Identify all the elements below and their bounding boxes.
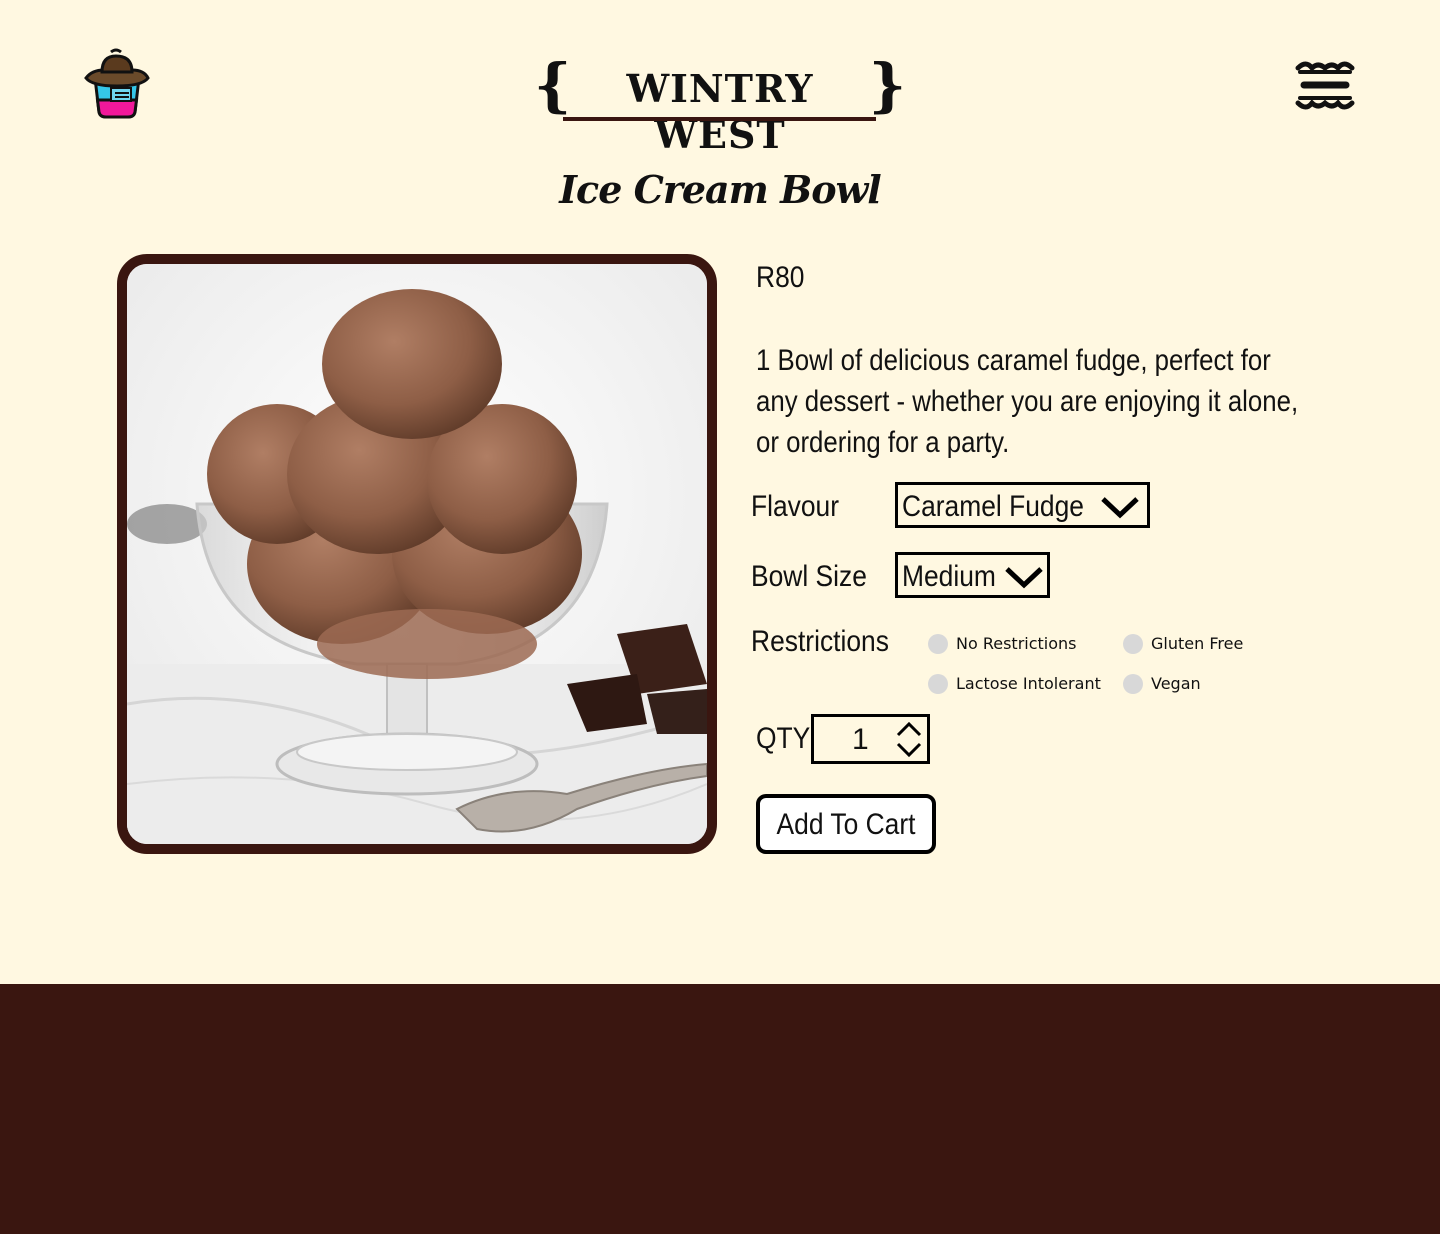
radio-label-gluten-free: Gluten Free: [1151, 634, 1244, 653]
bowl-size-label: Bowl Size: [751, 560, 867, 593]
product-image: [117, 254, 717, 854]
product-price: R80: [756, 261, 805, 294]
brand-underline: [563, 117, 876, 121]
product-description: 1 Bowl of delicious caramel fudge, perfe…: [756, 344, 1299, 459]
add-to-cart-label: Add To Cart: [776, 808, 916, 841]
page-title: Ice Cream Bowl: [559, 167, 881, 212]
logo-icon[interactable]: [84, 48, 150, 120]
hamburger-menu-icon: [1295, 61, 1355, 110]
brand-right-brace: }: [868, 51, 906, 119]
bowl-size-select[interactable]: Medium: [895, 552, 1050, 598]
quantity-stepper[interactable]: 1: [811, 714, 930, 764]
bowl-size-select-value: Medium: [902, 560, 996, 593]
radio-label-vegan: Vegan: [1151, 674, 1201, 693]
brand-name: WINTRY WEST: [626, 66, 814, 157]
chevron-down-icon: [1005, 567, 1043, 589]
qty-label: QTY: [756, 722, 811, 755]
site-header: { WINTRY WEST }: [0, 0, 1440, 157]
quantity-value[interactable]: 1: [852, 721, 869, 759]
site-footer: [0, 984, 1440, 1234]
chevron-down-icon: [1101, 497, 1139, 519]
radio-gluten-free[interactable]: [1123, 634, 1143, 654]
flavour-select-value: Caramel Fudge: [902, 490, 1084, 523]
chevron-down-icon[interactable]: [894, 740, 924, 760]
brand-logo[interactable]: { WINTRY WEST }: [534, 51, 906, 157]
radio-lactose-intolerant[interactable]: [928, 674, 948, 694]
chevron-up-icon[interactable]: [894, 719, 924, 739]
radio-vegan[interactable]: [1123, 674, 1143, 694]
radio-label-no-restrictions: No Restrictions: [956, 634, 1077, 653]
flavour-label: Flavour: [751, 490, 840, 523]
add-to-cart-button[interactable]: Add To Cart: [756, 794, 936, 854]
radio-label-lactose-intolerant: Lactose Intolerant: [956, 674, 1101, 693]
restrictions-label: Restrictions: [751, 625, 889, 658]
flavour-select[interactable]: Caramel Fudge: [895, 482, 1150, 528]
menu-button[interactable]: [1294, 58, 1356, 114]
radio-no-restrictions[interactable]: [928, 634, 948, 654]
